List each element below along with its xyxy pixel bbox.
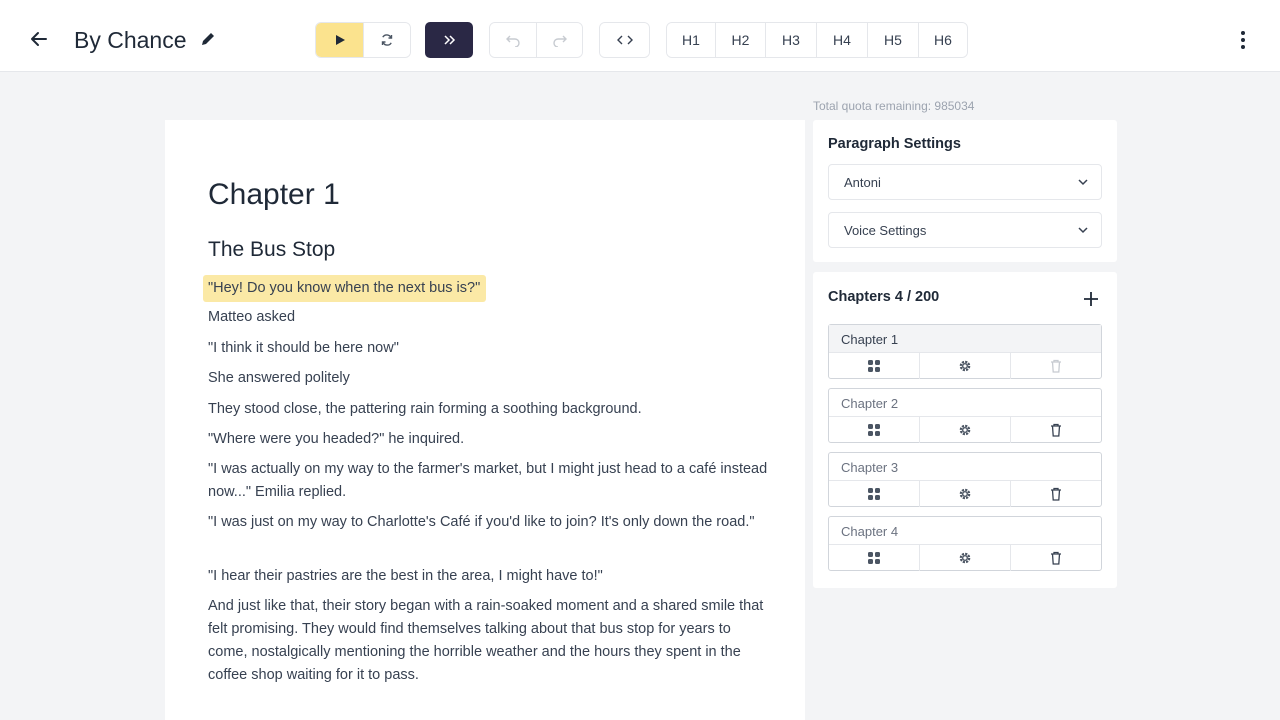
chapter-grid-button[interactable] <box>829 353 920 379</box>
chapters-panel: Chapters 4 / 200 Chapter 1 Chapter 2 Cha… <box>813 272 1117 588</box>
add-chapter-button[interactable] <box>1081 289 1101 309</box>
dot-icon <box>1241 31 1245 35</box>
chapter-settings-button[interactable] <box>920 481 1011 507</box>
paragraph[interactable]: Matteo asked <box>203 306 773 329</box>
editor-panel[interactable]: Chapter 1 The Bus Stop "Hey! Do you know… <box>165 120 805 720</box>
chapter-heading[interactable]: Chapter 1 <box>208 178 340 212</box>
playback-controls <box>315 22 411 58</box>
h3-button[interactable]: H3 <box>766 23 817 57</box>
undo-icon <box>506 35 520 47</box>
chapter-item-label: Chapter 2 <box>829 389 1101 417</box>
gear-icon <box>959 552 971 564</box>
chapter-settings-button[interactable] <box>920 545 1011 571</box>
chapter-item[interactable]: Chapter 1 <box>828 324 1102 379</box>
h4-button[interactable]: H4 <box>817 23 868 57</box>
chapter-item[interactable]: Chapter 2 <box>828 388 1102 443</box>
chapter-grid-button[interactable] <box>829 545 920 571</box>
chapter-grid-button[interactable] <box>829 481 920 507</box>
voice-select[interactable]: Antoni <box>828 164 1102 200</box>
chapter-item[interactable]: Chapter 3 <box>828 452 1102 507</box>
h1-button[interactable]: H1 <box>667 23 716 57</box>
redo-button[interactable] <box>537 23 582 57</box>
trash-icon <box>1051 487 1061 501</box>
grid-icon <box>868 424 880 436</box>
top-bar: By Chance H1 H2 H3 H4 H5 H6 <box>0 0 1280 72</box>
code-view-group <box>599 22 650 58</box>
section-heading[interactable]: The Bus Stop <box>208 238 335 262</box>
chevron-down-icon <box>1078 179 1088 186</box>
chapter-grid-button[interactable] <box>829 417 920 443</box>
grid-icon <box>868 360 880 372</box>
paragraph[interactable]: "I was actually on my way to the farmer'… <box>203 458 773 504</box>
paragraph[interactable]: "I think it should be here now" <box>203 337 773 360</box>
chapter-item-label: Chapter 3 <box>829 453 1101 481</box>
play-button[interactable] <box>316 23 364 57</box>
panel-title: Paragraph Settings <box>828 136 961 152</box>
gear-icon <box>959 488 971 500</box>
dot-icon <box>1241 38 1245 42</box>
code-icon <box>616 35 633 45</box>
voice-select-value: Antoni <box>844 175 881 190</box>
chapter-settings-button[interactable] <box>920 417 1011 443</box>
dot-icon <box>1241 45 1245 49</box>
h2-button[interactable]: H2 <box>716 23 766 57</box>
edit-title-button[interactable] <box>199 30 219 50</box>
quota-text: Total quota remaining: 985034 <box>813 99 975 113</box>
grid-icon <box>868 552 880 564</box>
chevron-down-icon <box>1078 227 1088 234</box>
plus-icon <box>1084 292 1098 306</box>
chapter-item-label: Chapter 4 <box>829 517 1101 545</box>
chapter-item[interactable]: Chapter 4 <box>828 516 1102 571</box>
regenerate-button[interactable] <box>364 23 410 57</box>
trash-icon <box>1051 359 1061 373</box>
paragraph[interactable]: "I hear their pastries are the best in t… <box>203 565 773 588</box>
chapter-delete-button[interactable] <box>1011 353 1101 379</box>
fast-forward-button[interactable] <box>425 22 473 58</box>
paragraph[interactable]: She answered politely <box>203 367 773 390</box>
voice-settings-label: Voice Settings <box>844 223 927 238</box>
chapter-settings-button[interactable] <box>920 353 1011 379</box>
voice-settings-select[interactable]: Voice Settings <box>828 212 1102 248</box>
pencil-icon <box>202 33 214 45</box>
heading-controls: H1 H2 H3 H4 H5 H6 <box>666 22 968 58</box>
paragraph[interactable]: "I was just on my way to Charlotte's Caf… <box>203 511 773 534</box>
arrow-left-icon <box>31 32 47 46</box>
paragraph-highlighted[interactable]: "Hey! Do you know when the next bus is?" <box>203 275 487 302</box>
chapters-title: Chapters 4 / 200 <box>828 289 940 305</box>
chapter-delete-button[interactable] <box>1011 545 1101 571</box>
h6-button[interactable]: H6 <box>919 23 967 57</box>
play-icon <box>335 35 345 45</box>
trash-icon <box>1051 551 1061 565</box>
document-title[interactable]: By Chance <box>74 26 187 54</box>
paragraph[interactable]: And just like that, their story began wi… <box>203 595 773 687</box>
undo-button[interactable] <box>490 23 537 57</box>
trash-icon <box>1051 423 1061 437</box>
chapter-item-label: Chapter 1 <box>829 325 1101 353</box>
double-chevron-right-icon <box>444 35 456 45</box>
chapter-delete-button[interactable] <box>1011 481 1101 507</box>
chapter-delete-button[interactable] <box>1011 417 1101 443</box>
redo-icon <box>552 35 567 47</box>
gear-icon <box>959 360 971 372</box>
history-controls <box>489 22 583 58</box>
refresh-icon <box>381 34 393 46</box>
gear-icon <box>959 424 971 436</box>
paragraph-settings-panel: Paragraph Settings Antoni Voice Settings <box>813 120 1117 262</box>
more-options-button[interactable] <box>1232 28 1254 52</box>
paragraph[interactable]: "Where were you headed?" he inquired. <box>203 428 773 451</box>
paragraph[interactable]: They stood close, the pattering rain for… <box>203 398 773 421</box>
back-button[interactable] <box>26 26 52 52</box>
code-view-button[interactable] <box>600 23 649 57</box>
grid-icon <box>868 488 880 500</box>
h5-button[interactable]: H5 <box>868 23 919 57</box>
